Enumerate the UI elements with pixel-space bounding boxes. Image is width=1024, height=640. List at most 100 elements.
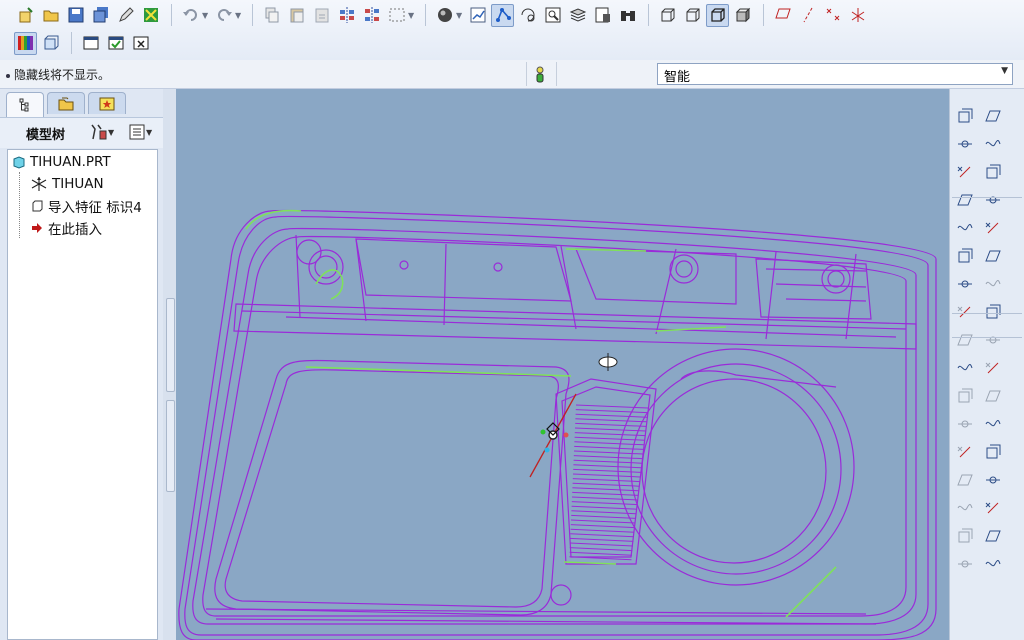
shading-icon[interactable]	[731, 4, 754, 27]
tab-favorites[interactable]	[88, 92, 126, 114]
mirror-icon[interactable]	[335, 4, 358, 27]
datum-plane-offset-icon[interactable]	[982, 105, 1004, 127]
vent-slat	[571, 496, 639, 501]
point-field-icon[interactable]	[982, 273, 1004, 295]
splitter-handle[interactable]	[166, 298, 175, 392]
datum-axis-icon[interactable]	[954, 133, 976, 155]
datum-plane-display-icon[interactable]	[771, 4, 794, 27]
hidden-line-icon[interactable]	[681, 4, 704, 27]
regenerate-icon[interactable]	[139, 4, 162, 27]
window-close-icon[interactable]	[129, 32, 152, 55]
datum-curve-sketch-icon[interactable]	[982, 133, 1004, 155]
select-box-icon[interactable]	[385, 4, 408, 27]
hole-icon[interactable]	[982, 413, 1004, 435]
warp-icon[interactable]	[954, 525, 976, 547]
layers-icon[interactable]	[566, 4, 589, 27]
wireframe-icon[interactable]	[656, 4, 679, 27]
tab-model-tree[interactable]	[6, 92, 44, 117]
extrude-icon[interactable]	[954, 441, 976, 463]
analysis-icon[interactable]	[982, 301, 1004, 323]
appearance-gallery-icon[interactable]	[14, 31, 37, 55]
datum-display-icon[interactable]	[491, 3, 514, 27]
window-new-icon[interactable]	[79, 32, 102, 55]
fold-icon[interactable]	[954, 385, 976, 407]
csys-display-icon[interactable]	[846, 4, 869, 27]
window-activate-icon[interactable]	[104, 32, 127, 55]
zoom-window-icon[interactable]	[541, 4, 564, 27]
toolbar-separator	[952, 337, 1022, 338]
curve-icon[interactable]	[982, 217, 1004, 239]
vent-slat	[572, 487, 640, 492]
curve-spline-icon[interactable]	[954, 413, 976, 435]
blend-icon[interactable]	[982, 469, 1004, 491]
selection-filter-dropdown[interactable]: 智能 ▼	[657, 63, 1013, 85]
tree-node-csys[interactable]: TIHUAN	[30, 174, 104, 194]
new-file-icon[interactable]	[14, 4, 37, 27]
offset-icon[interactable]	[954, 553, 976, 575]
redo-icon[interactable]	[212, 4, 235, 27]
toolbar-row-1: ▼ ▼ ▼ ▼	[14, 1, 871, 29]
spin-center-icon	[598, 353, 618, 371]
saved-views-icon[interactable]	[591, 4, 614, 27]
sweep-blend-icon[interactable]	[982, 497, 1004, 519]
datum-axis-line-icon[interactable]	[982, 189, 1004, 211]
vent-slat	[570, 533, 635, 538]
merge-icon[interactable]	[982, 553, 1004, 575]
orient-icon[interactable]	[516, 4, 539, 27]
tree-node-import-feature[interactable]: 导入特征 标识4	[30, 196, 142, 216]
datum-csys-icon[interactable]	[954, 189, 976, 211]
tree-node-insert-here[interactable]: 在此插入	[30, 218, 102, 238]
edit-icon[interactable]	[114, 4, 137, 27]
model-wireframe[interactable]	[176, 89, 949, 640]
toolbar-row-2	[14, 29, 154, 57]
shell-icon[interactable]	[982, 357, 1004, 379]
graphics-window[interactable]	[176, 89, 949, 640]
revolve-icon[interactable]	[982, 441, 1004, 463]
point-offset-icon[interactable]	[982, 245, 1004, 267]
save-icon[interactable]	[64, 4, 87, 27]
tree-show-button[interactable]: ▼	[128, 123, 152, 141]
tree-node-root[interactable]: TIHUAN.PRT	[12, 152, 111, 172]
save-copy-icon[interactable]	[89, 4, 112, 27]
csys-icon	[31, 177, 47, 191]
chevron-down-icon[interactable]: ▼	[146, 128, 152, 137]
chevron-down-icon[interactable]: ▼	[1001, 66, 1008, 76]
datum-plane-icon[interactable]	[954, 105, 976, 127]
status-message-text: 隐藏线将不显示。	[14, 68, 111, 82]
undo-icon[interactable]	[179, 4, 202, 27]
draft-icon[interactable]	[954, 357, 976, 379]
round-icon[interactable]	[954, 329, 976, 351]
rib-icon[interactable]	[982, 385, 1004, 407]
model-tree-toggle-icon[interactable]	[466, 4, 489, 27]
sweep-icon[interactable]	[954, 469, 976, 491]
boundary-icon[interactable]	[954, 497, 976, 519]
pattern-icon[interactable]	[360, 4, 383, 27]
mirror-feature-icon[interactable]	[954, 301, 976, 323]
part-icon	[13, 156, 25, 169]
appearance-editor-icon[interactable]	[39, 32, 62, 55]
regeneration-status-icon[interactable]	[534, 65, 546, 83]
datum-axis-display-icon[interactable]	[796, 4, 819, 27]
surface-blend-icon[interactable]	[954, 217, 976, 239]
paste-icon[interactable]	[285, 4, 308, 27]
display-style-icon[interactable]	[433, 4, 456, 27]
datum-point-display-icon[interactable]	[821, 4, 844, 27]
fill-icon[interactable]	[954, 273, 976, 295]
vent-slat	[572, 491, 639, 496]
chevron-down-icon[interactable]: ▼	[108, 128, 114, 137]
paste-special-icon[interactable]	[310, 4, 333, 27]
splitter-handle[interactable]	[166, 400, 175, 492]
tree-settings-button[interactable]: ▼	[88, 123, 114, 141]
no-hidden-icon[interactable]	[706, 3, 729, 27]
trim-icon[interactable]	[982, 525, 1004, 547]
binoculars-icon[interactable]	[616, 4, 639, 27]
open-file-icon[interactable]	[39, 4, 62, 27]
tab-folder-browser[interactable]	[47, 92, 85, 114]
sketch-icon[interactable]	[954, 245, 976, 267]
copy-icon[interactable]	[260, 4, 283, 27]
datum-point-icon[interactable]	[954, 161, 976, 183]
dimension-icon[interactable]	[982, 329, 1004, 351]
tree-node-label: TIHUAN.PRT	[30, 154, 111, 170]
folder-icon	[58, 97, 74, 110]
datum-plane-tangent-icon[interactable]	[982, 161, 1004, 183]
